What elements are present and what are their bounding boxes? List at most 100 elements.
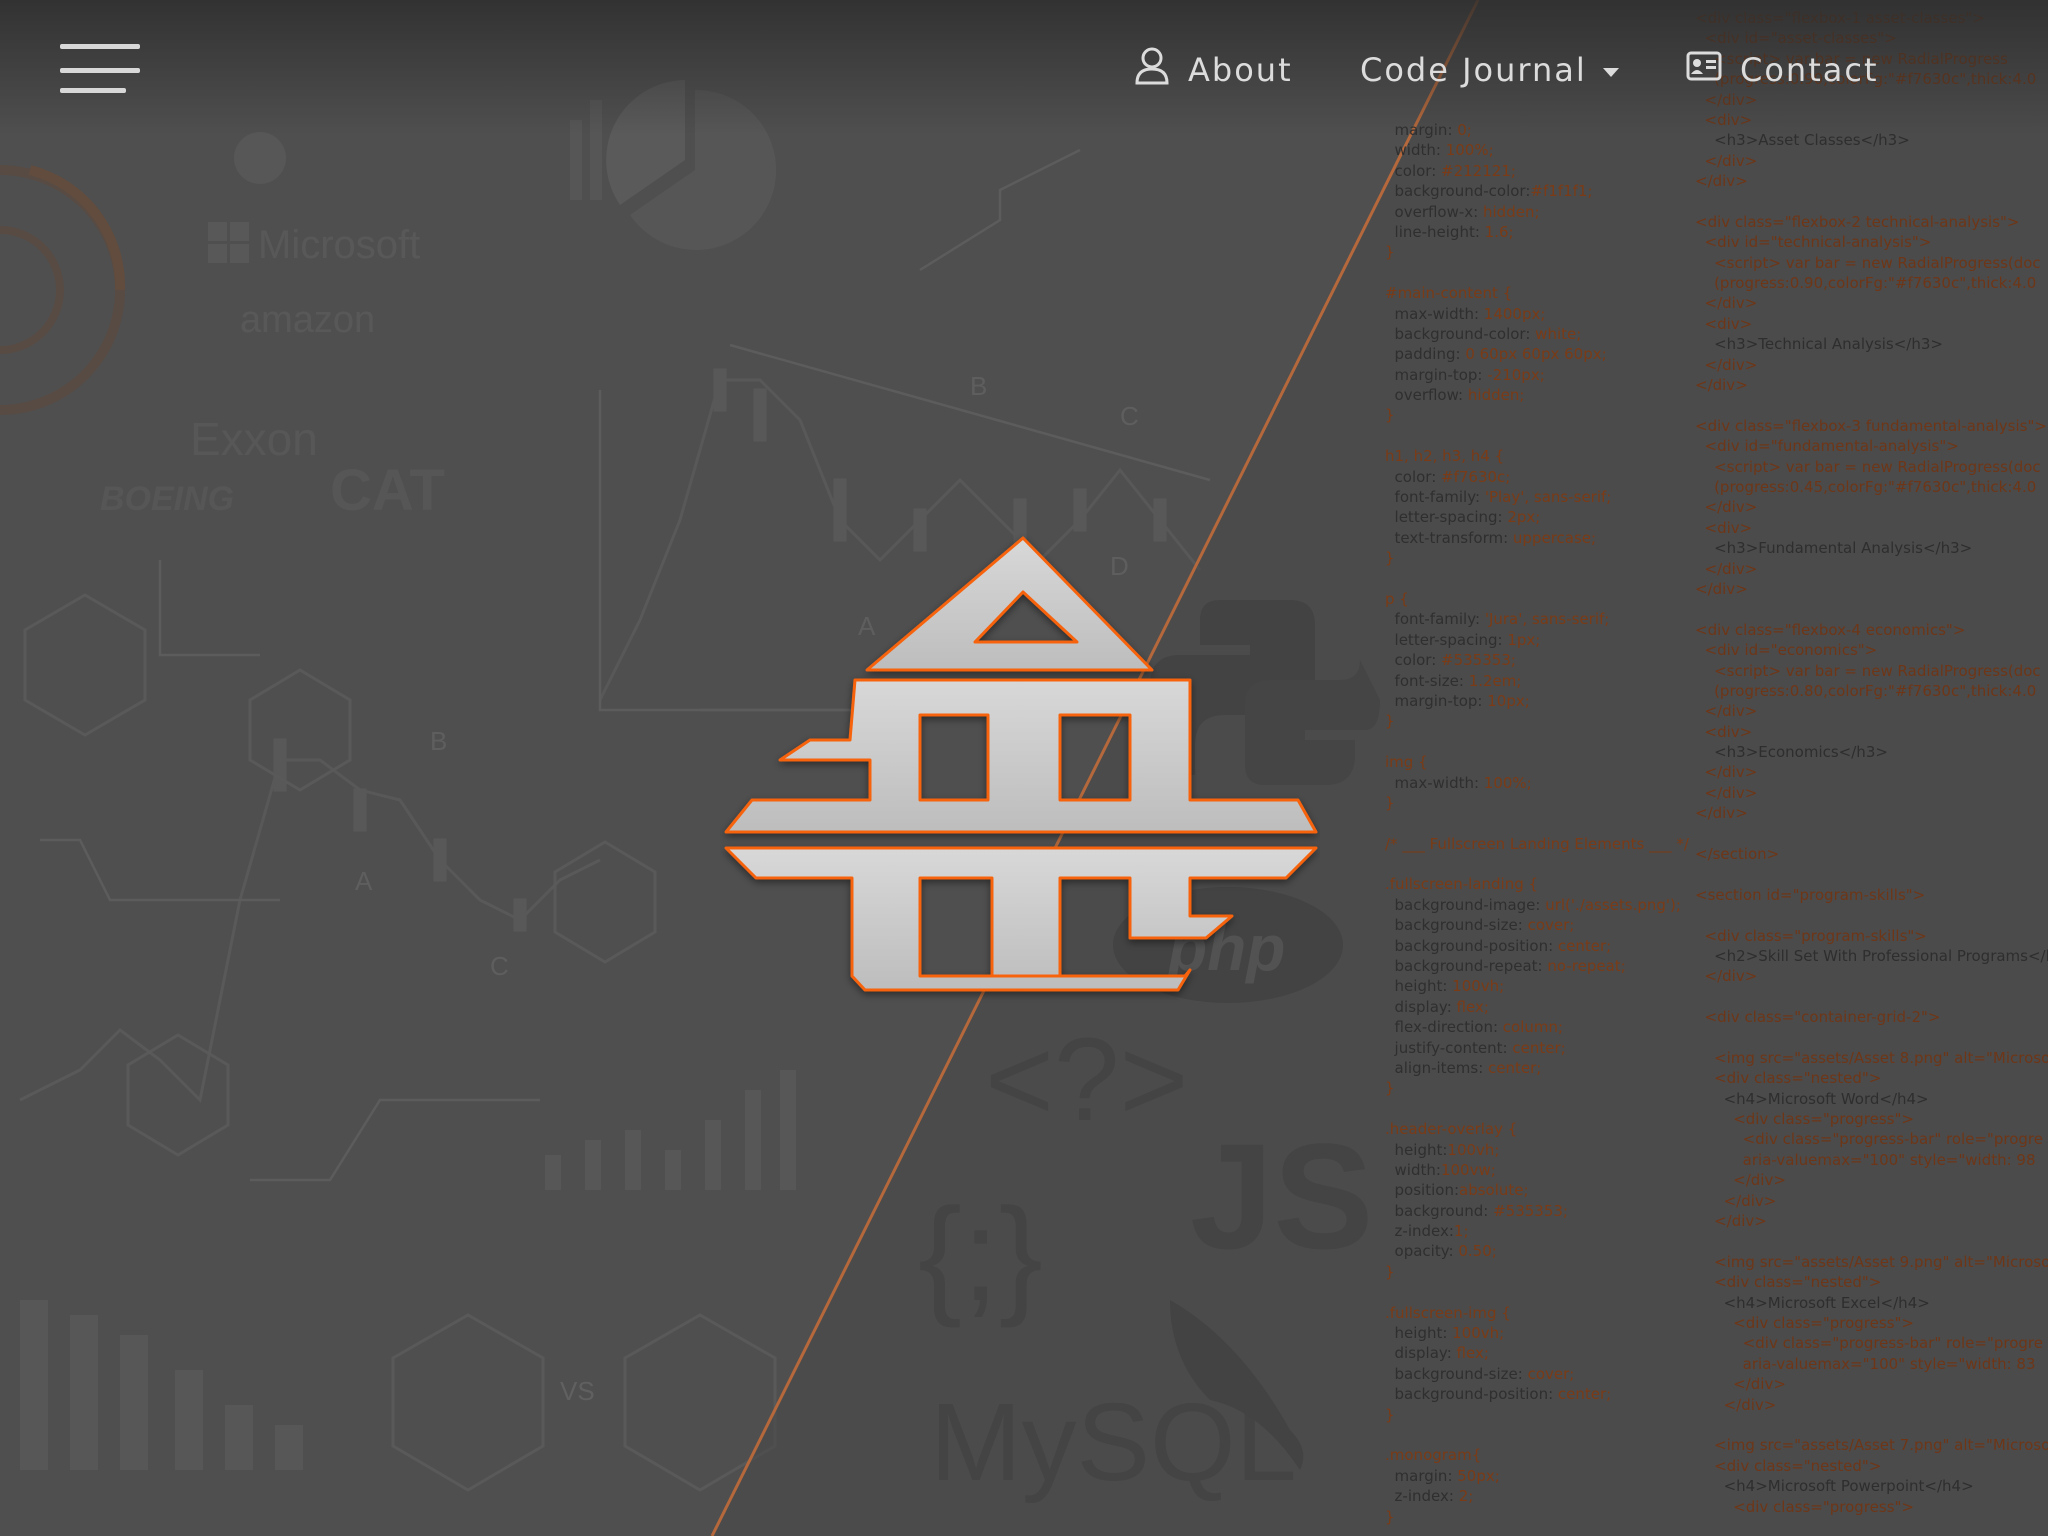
html-code-line: </div> xyxy=(1695,1395,1777,1414)
css-code-line: background-size: cover; xyxy=(1385,1364,1575,1383)
html-code-line: </div> xyxy=(1695,172,1748,191)
css-code-line: } xyxy=(1385,793,1395,812)
html-code-line: <div id="economics"> xyxy=(1695,641,1878,660)
html-code-line: </div> xyxy=(1695,151,1758,170)
html-code-line: <script> var bar = new RadialProgress(do… xyxy=(1695,457,2041,476)
css-code-line: height: 100vh; xyxy=(1385,977,1505,996)
monogram-bottom-block xyxy=(724,846,1318,992)
css-code-line: } xyxy=(1385,1405,1395,1424)
css-code-line: height: 100vh; xyxy=(1385,1324,1505,1343)
html-code-line: </div> xyxy=(1695,1171,1786,1190)
html-code-line: <img src="assets/Asset 9.png" alt="Micro… xyxy=(1695,1252,2048,1271)
html-code-line: <div class="nested"> xyxy=(1695,1273,1882,1292)
site-monogram-logo xyxy=(724,536,1318,992)
css-code-line: .header-overlay { xyxy=(1385,1120,1518,1139)
svg-text:B: B xyxy=(970,371,987,401)
css-code-line: background-color: white; xyxy=(1385,324,1582,343)
html-code-line: </div> xyxy=(1695,1212,1767,1231)
html-code-line: </div> xyxy=(1695,498,1758,517)
css-code-line xyxy=(1385,813,1689,833)
html-code-line: <h3>Technical Analysis</h3> xyxy=(1695,335,1943,354)
css-code-line: } xyxy=(1385,1079,1395,1098)
nav-code-journal-dropdown[interactable]: Code Journal xyxy=(1360,46,1619,94)
css-code-line: background-position: center; xyxy=(1385,936,1612,955)
css-code-line: align-items: center; xyxy=(1385,1058,1542,1077)
css-code-line: font-family: 'Play', sans-serif; xyxy=(1385,488,1612,507)
css-code-line: } xyxy=(1385,549,1395,568)
css-code-line xyxy=(1385,426,1689,446)
css-code-line: background-position: center; xyxy=(1385,1385,1612,1404)
css-code-line: width: 100%; xyxy=(1385,141,1494,160)
svg-text:C: C xyxy=(490,951,509,981)
css-code-line: p { xyxy=(1385,589,1409,608)
css-code-line: max-width: 100%; xyxy=(1385,773,1532,792)
css-code-line: flex-direction: column; xyxy=(1385,1018,1564,1037)
nav-about-link[interactable]: About xyxy=(1134,46,1293,94)
html-code-line: </div> xyxy=(1695,559,1758,578)
html-code-line xyxy=(1695,599,2048,619)
js-logo: JS xyxy=(1190,1112,1373,1280)
html-code-line: <script> var bar = new RadialProgress(do… xyxy=(1695,253,2041,272)
css-code-line: } xyxy=(1385,406,1395,425)
css-code-line: justify-content: center; xyxy=(1385,1038,1566,1057)
html-code-line: </div> xyxy=(1695,376,1748,395)
css-code-line: margin-top: -210px; xyxy=(1385,365,1545,384)
monogram-top-triangle xyxy=(865,536,1154,672)
css-code-line: margin: 50px; xyxy=(1385,1466,1500,1485)
html-code-line: <h4>Microsoft Word</h4> xyxy=(1695,1089,1929,1108)
css-code-line: } xyxy=(1385,712,1395,731)
css-code-column: margin: 0; width: 100%; color: #212121; … xyxy=(1385,120,1689,1527)
svg-text:B: B xyxy=(430,726,447,756)
css-code-line: .fullscreen-img { xyxy=(1385,1303,1511,1322)
hamburger-line-middle xyxy=(60,68,140,73)
css-code-line: font-size: 1.2em; xyxy=(1385,671,1522,690)
css-code-line: text-transform: uppercase; xyxy=(1385,528,1597,547)
css-code-line: .fullscreen-landing { xyxy=(1385,875,1539,894)
css-code-line: display: flex; xyxy=(1385,997,1489,1016)
css-code-line: letter-spacing: 2px; xyxy=(1385,508,1541,527)
code-background-panel: margin: 0; width: 100%; color: #212121; … xyxy=(1385,0,2048,1536)
html-code-line: </div> xyxy=(1695,355,1758,374)
hamburger-menu-button[interactable] xyxy=(60,44,144,96)
css-code-line: margin-top: 10px; xyxy=(1385,691,1530,710)
css-code-line: background-color:#f1f1f1; xyxy=(1385,182,1593,201)
html-code-line xyxy=(1695,192,2048,212)
html-code-line: <div class="progress"> xyxy=(1695,1314,1914,1332)
monogram-middle-block xyxy=(724,678,1318,834)
chevron-down-icon xyxy=(1602,67,1619,77)
css-code-line: } xyxy=(1385,243,1395,262)
html-code-line: <h3>Economics</h3> xyxy=(1695,743,1888,762)
nav-contact-link[interactable]: Contact xyxy=(1686,46,1879,94)
css-code-line xyxy=(1385,1099,1689,1119)
css-code-line: /* ___ Fullscreen Landing Elements ___ *… xyxy=(1385,834,1689,853)
css-code-line: #main-content { xyxy=(1385,284,1513,303)
hamburger-line-top xyxy=(60,44,140,49)
css-code-line xyxy=(1385,263,1689,283)
html-code-line: </div> xyxy=(1695,763,1758,782)
css-code-line: overflow-x: hidden; xyxy=(1385,202,1540,221)
css-code-line: } xyxy=(1385,1507,1395,1526)
css-code-line xyxy=(1385,1282,1689,1302)
html-code-line: aria-valuemax="100" style="width: 83 xyxy=(1695,1354,2036,1373)
company-logos: Microsoft amazon Exxon BOEING CAT xyxy=(100,132,445,523)
html-code-line: <img src="assets/Asset 8.png" alt="Micro… xyxy=(1695,1048,2048,1067)
html-code-line xyxy=(1695,395,2048,415)
css-code-line: } xyxy=(1385,1262,1395,1281)
html-code-line xyxy=(1695,824,2048,844)
css-code-line: font-family: 'Jura', sans-serif; xyxy=(1385,610,1610,629)
contact-card-icon xyxy=(1686,51,1722,89)
html-code-line: </div> xyxy=(1695,294,1758,313)
html-code-line: (progress:0.90,colorFg:"#f7630c",thick:4… xyxy=(1695,274,2037,293)
html-code-line: </div> xyxy=(1695,1191,1777,1210)
html-code-line: </div> xyxy=(1695,967,1758,986)
php-tag-logo: <?> xyxy=(985,1014,1188,1146)
html-code-line xyxy=(1695,1231,2048,1251)
html-code-line: <div id="fundamental-analysis"> xyxy=(1695,437,1959,456)
html-code-line xyxy=(1695,905,2048,925)
html-code-line xyxy=(1695,1028,2048,1048)
html-code-line: </div> xyxy=(1695,702,1758,721)
html-code-line: <h3>Fundamental Analysis</h3> xyxy=(1695,539,1973,558)
landing-hero: Microsoft amazon Exxon BOEING CAT B A C … xyxy=(0,0,2048,1536)
css-code-line: padding: 0 60px 60px 60px; xyxy=(1385,345,1607,364)
nav-contact-label: Contact xyxy=(1740,51,1879,89)
